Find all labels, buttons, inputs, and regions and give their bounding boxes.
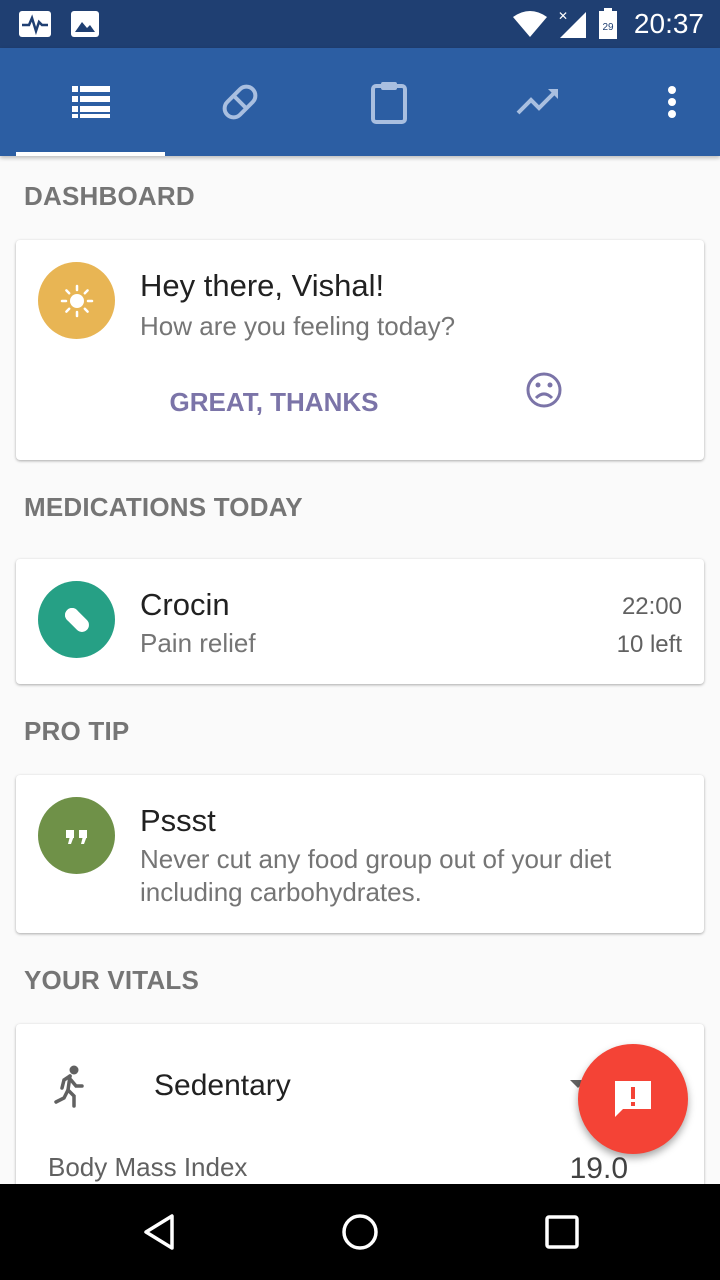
battery-icon: 29 bbox=[598, 8, 617, 39]
status-bar: ✕ 29 20:37 bbox=[0, 0, 720, 48]
tab-medications[interactable] bbox=[165, 48, 315, 156]
medication-name: Crocin bbox=[140, 587, 230, 622]
medication-purpose: Pain relief bbox=[140, 628, 256, 658]
bmi-label: Body Mass Index bbox=[48, 1152, 248, 1182]
quote-icon bbox=[65, 829, 87, 844]
home-button[interactable] bbox=[320, 1204, 400, 1260]
pill-icon bbox=[222, 84, 258, 120]
pulse-icon bbox=[19, 11, 51, 37]
pro-tip-title: Pssst bbox=[140, 803, 216, 838]
medication-time: 22:00 bbox=[621, 593, 682, 620]
overflow-menu-button[interactable] bbox=[644, 48, 700, 156]
back-icon bbox=[144, 1214, 174, 1250]
system-nav-bar bbox=[0, 1184, 720, 1280]
clock: 20:37 bbox=[633, 8, 704, 39]
medication-remaining: 10 left bbox=[616, 631, 682, 658]
tab-dashboard[interactable] bbox=[16, 48, 166, 156]
signal-icon: ✕ bbox=[558, 9, 586, 38]
feedback-icon bbox=[615, 1081, 651, 1117]
back-button[interactable] bbox=[120, 1204, 200, 1260]
svg-text:✕: ✕ bbox=[558, 9, 568, 23]
section-title-vitals: YOUR VITALS bbox=[24, 965, 200, 995]
sad-face-icon bbox=[526, 372, 562, 408]
recents-button[interactable] bbox=[522, 1204, 602, 1260]
app-bar bbox=[0, 48, 720, 156]
greeting-question: How are you feeling today? bbox=[140, 311, 456, 341]
quote-avatar bbox=[38, 797, 115, 874]
section-title-dashboard: DASHBOARD bbox=[24, 181, 195, 211]
pro-tip-text: Never cut any food group out of your die… bbox=[140, 844, 612, 907]
section-title-medications: MEDICATIONS TODAY bbox=[24, 492, 303, 522]
activity-level-select[interactable]: Sedentary bbox=[154, 1069, 291, 1103]
pro-tip-card: Pssst Never cut any food group out of yo… bbox=[16, 775, 704, 933]
tab-records[interactable] bbox=[314, 48, 464, 156]
list-icon bbox=[72, 86, 110, 118]
bmi-value: 19.0 bbox=[569, 1152, 628, 1185]
section-title-pro-tip: PRO TIP bbox=[24, 716, 130, 746]
image-icon bbox=[71, 11, 99, 37]
report-fab-button[interactable] bbox=[578, 1044, 688, 1154]
sad-face-button[interactable] bbox=[524, 370, 568, 414]
sun-icon bbox=[60, 284, 93, 317]
pill-avatar bbox=[38, 581, 115, 658]
medication-card[interactable]: Crocin Pain relief 22:00 10 left bbox=[16, 559, 704, 684]
clipboard-icon bbox=[371, 82, 407, 124]
tab-indicator bbox=[16, 152, 165, 156]
svg-text:29: 29 bbox=[602, 22, 614, 33]
greeting-title: Hey there, Vishal! bbox=[140, 268, 385, 303]
wifi-icon bbox=[512, 11, 547, 37]
tab-trends[interactable] bbox=[463, 48, 613, 156]
great-thanks-button[interactable]: GREAT, THANKS bbox=[156, 380, 392, 424]
greeting-card: Hey there, Vishal! How are you feeling t… bbox=[16, 240, 704, 460]
run-icon bbox=[54, 1065, 84, 1108]
pill-icon bbox=[64, 607, 89, 632]
recents-icon bbox=[545, 1215, 579, 1249]
sun-avatar bbox=[38, 262, 115, 339]
home-icon bbox=[342, 1214, 378, 1250]
more-vert-icon bbox=[668, 86, 676, 118]
trending-icon bbox=[516, 89, 558, 115]
